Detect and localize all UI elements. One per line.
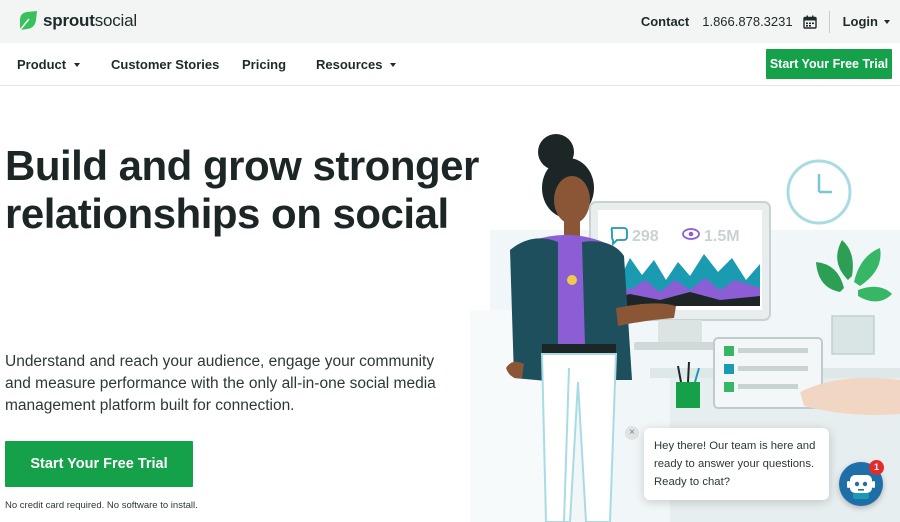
chat-close-icon[interactable]: ×: [625, 426, 639, 440]
hero-headline: Build and grow stronger relationships on…: [5, 142, 479, 237]
calendar-icon[interactable]: [802, 15, 817, 29]
login-label: Login: [842, 14, 878, 29]
nav-item-customer-stories[interactable]: Customer Stories: [111, 57, 219, 72]
contact-link[interactable]: Contact: [641, 14, 689, 29]
logo-text-bold: sprout: [43, 11, 95, 30]
nav-item-resources[interactable]: Resources: [316, 57, 397, 72]
topbar-divider: [828, 10, 830, 33]
chat-notification-badge: 1: [869, 460, 884, 475]
nav-item-label: Resources: [316, 57, 383, 72]
login-dropdown[interactable]: Login: [843, 14, 890, 29]
logo-text-light: social: [94, 11, 137, 30]
nav-item-pricing[interactable]: Pricing: [242, 57, 286, 72]
sproutsocial-logo[interactable]: sproutsocial: [17, 10, 137, 32]
hero-subcopy: Understand and reach your audience, enga…: [5, 353, 436, 414]
nav-item-label: Pricing: [242, 57, 287, 72]
phone-link[interactable]: 1.866.878.3231: [702, 14, 792, 29]
clock-icon: [786, 159, 852, 225]
comments-count: 298: [632, 228, 659, 245]
nav-free-trial-button[interactable]: Start Your Free Trial: [766, 49, 892, 79]
sprout-leaf-icon: [19, 11, 37, 31]
hero-free-trial-button[interactable]: Start Your Free Trial: [5, 441, 193, 487]
nav-item-label: Product: [17, 57, 67, 72]
top-bar: sproutsocial Contact 1.866.878.3231 Logi…: [0, 0, 900, 43]
chevron-down-icon: [74, 62, 81, 67]
chevron-down-icon: [390, 62, 397, 67]
views-count: 1.5M: [704, 228, 740, 245]
nav-item-product[interactable]: Product: [17, 57, 81, 72]
nav-item-label: Customer Stories: [111, 57, 220, 72]
chevron-down-icon: [884, 19, 890, 24]
hero-disclaimer: No credit card required. No software to …: [5, 500, 198, 511]
chat-message-bubble[interactable]: Hey there! Our team is here and ready to…: [644, 428, 829, 500]
